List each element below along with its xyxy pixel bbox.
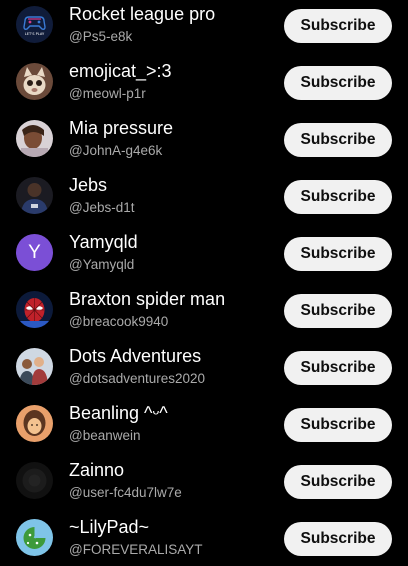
- dark-photo-icon: [16, 462, 53, 499]
- channel-handle: @Yamyqld: [69, 257, 135, 272]
- letter-avatar-icon: Y: [28, 242, 41, 263]
- avatar-lettering: LET'S PLAY: [25, 32, 45, 36]
- channel-avatar[interactable]: [16, 405, 53, 442]
- subscribe-button[interactable]: Subscribe: [284, 66, 392, 100]
- subscribe-button[interactable]: Subscribe: [284, 123, 392, 157]
- channel-handle: @user-fc4du7lw7e: [69, 485, 182, 500]
- channel-row[interactable]: LET'S PLAY Rocket league pro @Ps5-e8k Su…: [0, 0, 408, 53]
- subscribe-button[interactable]: Subscribe: [284, 522, 392, 556]
- channel-avatar[interactable]: LET'S PLAY: [16, 6, 53, 43]
- channel-name[interactable]: emojicat_>:3: [69, 61, 172, 82]
- subscribe-button[interactable]: Subscribe: [284, 180, 392, 214]
- channel-avatar[interactable]: [16, 63, 53, 100]
- subscribe-button[interactable]: Subscribe: [284, 294, 392, 328]
- channel-avatar[interactable]: [16, 462, 53, 499]
- subscribe-button[interactable]: Subscribe: [284, 9, 392, 43]
- channel-handle: @Jebs-d1t: [69, 200, 135, 215]
- channel-row[interactable]: Zainno @user-fc4du7lw7e Subscribe: [0, 452, 408, 509]
- channel-avatar[interactable]: Y: [16, 234, 53, 271]
- channel-handle: @meowl-p1r: [69, 86, 146, 101]
- channel-row[interactable]: emojicat_>:3 @meowl-p1r Subscribe: [0, 53, 408, 110]
- channel-avatar[interactable]: [16, 177, 53, 214]
- channel-row[interactable]: Mia pressure @JohnA-g4e6k Subscribe: [0, 110, 408, 167]
- channel-handle: @Ps5-e8k: [69, 29, 133, 44]
- channel-name[interactable]: Zainno: [69, 460, 124, 481]
- person-photo-icon: [16, 177, 53, 214]
- person-photo-icon: [16, 405, 53, 442]
- spider-man-icon: [16, 291, 53, 328]
- subscribe-button[interactable]: Subscribe: [284, 351, 392, 385]
- channel-avatar[interactable]: [16, 120, 53, 157]
- channel-avatar[interactable]: [16, 519, 53, 556]
- channel-row[interactable]: Beanling ^ᵕ^ @beanwein Subscribe: [0, 395, 408, 452]
- channel-handle: @dotsadventures2020: [69, 371, 206, 386]
- lily-pad-icon: [16, 519, 53, 556]
- cat-photo-icon: [16, 63, 53, 100]
- channel-name[interactable]: Yamyqld: [69, 232, 138, 253]
- channel-handle: @FOREVERALISAYT: [69, 542, 203, 557]
- person-photo-icon: [16, 120, 53, 157]
- channel-row[interactable]: ~LilyPad~ @FOREVERALISAYT Subscribe: [0, 509, 408, 566]
- subscribe-button[interactable]: Subscribe: [284, 465, 392, 499]
- channel-avatar[interactable]: [16, 291, 53, 328]
- channel-name[interactable]: Rocket league pro: [69, 4, 215, 25]
- channel-name[interactable]: Braxton spider man: [69, 289, 225, 310]
- channel-name[interactable]: Dots Adventures: [69, 346, 201, 367]
- channel-name[interactable]: Mia pressure: [69, 118, 173, 139]
- channel-row[interactable]: Dots Adventures @dotsadventures2020 Subs…: [0, 338, 408, 395]
- channel-name[interactable]: Jebs: [69, 175, 107, 196]
- channel-row[interactable]: Y Yamyqld @Yamyqld Subscribe: [0, 224, 408, 281]
- channel-name[interactable]: ~LilyPad~: [69, 517, 149, 538]
- channel-handle: @beanwein: [69, 428, 141, 443]
- channel-row[interactable]: Jebs @Jebs-d1t Subscribe: [0, 167, 408, 224]
- gamepad-lets-play-icon: LET'S PLAY: [16, 6, 53, 43]
- channel-list: LET'S PLAY Rocket league pro @Ps5-e8k Su…: [0, 0, 408, 566]
- channel-handle: @breacook9940: [69, 314, 169, 329]
- channel-row[interactable]: Braxton spider man @breacook9940 Subscri…: [0, 281, 408, 338]
- subscribe-button[interactable]: Subscribe: [284, 408, 392, 442]
- channel-avatar[interactable]: [16, 348, 53, 385]
- channel-name[interactable]: Beanling ^ᵕ^: [69, 403, 168, 424]
- subscribe-button[interactable]: Subscribe: [284, 237, 392, 271]
- channel-handle: @JohnA-g4e6k: [69, 143, 163, 158]
- group-photo-icon: [16, 348, 53, 385]
